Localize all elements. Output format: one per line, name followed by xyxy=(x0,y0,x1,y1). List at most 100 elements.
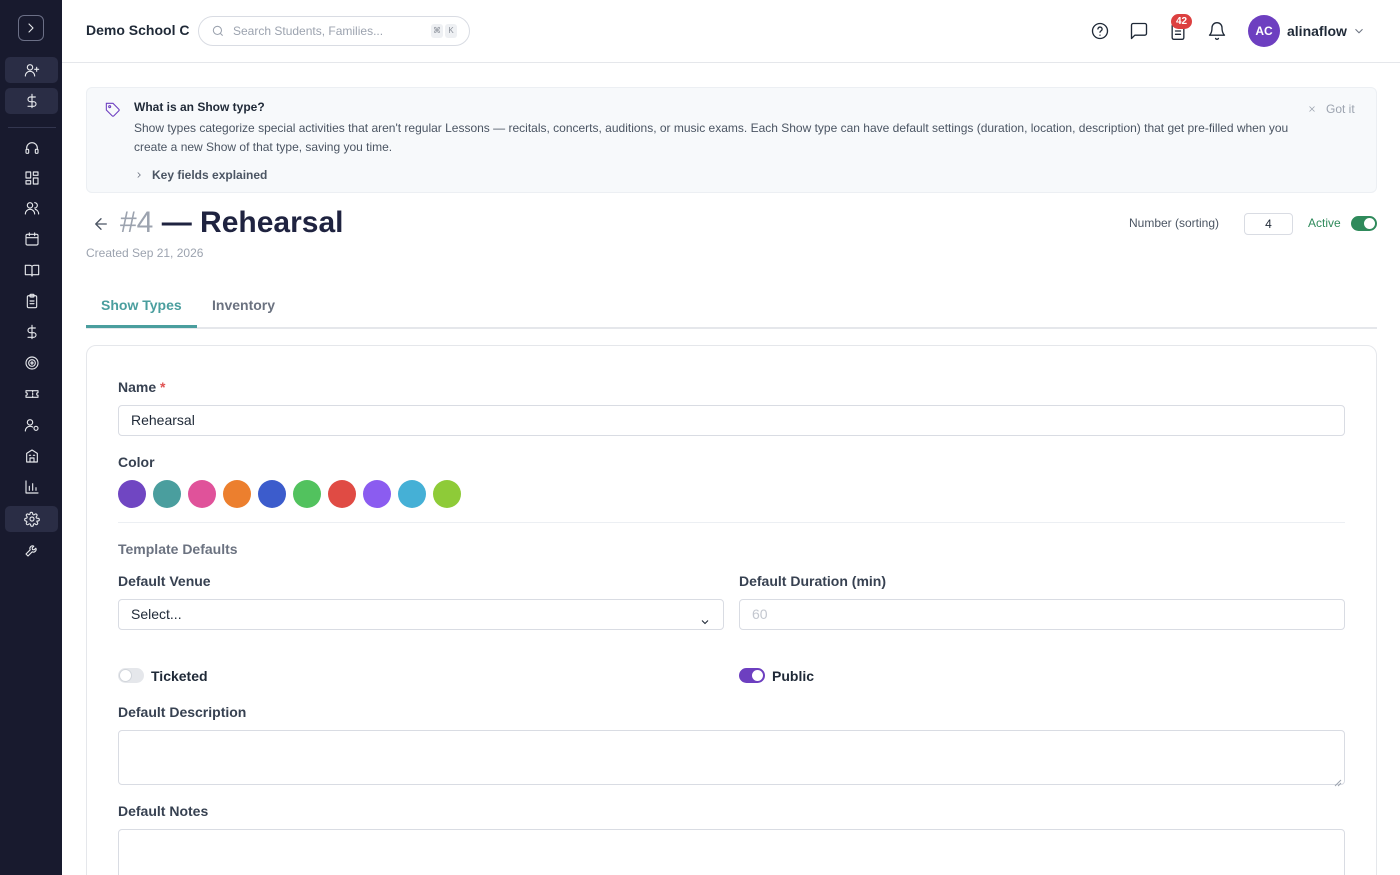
user-plus-icon xyxy=(24,64,39,77)
venue-select-value: Select... xyxy=(131,606,182,622)
color-swatch[interactable] xyxy=(433,480,461,508)
resize-handle-icon xyxy=(1334,774,1342,787)
search-placeholder: Search Students, Families... xyxy=(233,24,384,38)
dollar-icon xyxy=(26,93,37,109)
gear-icon xyxy=(23,511,40,527)
notifications-button[interactable] xyxy=(1207,21,1227,41)
sidebar-item-lessons[interactable] xyxy=(5,257,58,283)
tab-bar: Show Types Inventory xyxy=(86,285,1377,329)
sidebar-item-dashboard[interactable] xyxy=(5,165,58,191)
sidebar-item-reports[interactable] xyxy=(5,474,58,500)
color-swatch[interactable] xyxy=(118,480,146,508)
sidebar-item-add-student[interactable] xyxy=(5,57,58,83)
sort-number-label: Number (sorting) xyxy=(1129,216,1220,230)
user-avatar[interactable]: AC xyxy=(1248,15,1280,47)
show-type-form: Name * Rehearsal Color Template Defaults… xyxy=(86,345,1377,875)
sidebar-item-payment[interactable] xyxy=(5,88,58,114)
name-input[interactable]: Rehearsal xyxy=(118,405,1345,436)
color-swatch[interactable] xyxy=(293,480,321,508)
record-title: — Rehearsal xyxy=(161,206,344,239)
tab-inventory[interactable]: Inventory xyxy=(212,297,275,313)
messages-button[interactable] xyxy=(1129,21,1149,41)
active-toggle[interactable] xyxy=(1351,216,1377,231)
top-header: Demo School C Search Students, Families.… xyxy=(62,0,1400,63)
ticketed-toggle[interactable] xyxy=(118,668,144,683)
sidebar-item-settings[interactable] xyxy=(5,506,58,532)
sidebar-item-calendar[interactable] xyxy=(5,226,58,252)
shortcut-key-cmd: ⌘ xyxy=(431,24,443,38)
user-name[interactable]: alinaflow xyxy=(1287,23,1347,39)
wrench-icon xyxy=(24,545,37,557)
dashboard-icon xyxy=(24,171,39,185)
headset-icon xyxy=(24,142,39,154)
name-label-text: Name xyxy=(118,379,157,395)
calendar-icon xyxy=(24,232,39,246)
color-swatch[interactable] xyxy=(398,480,426,508)
public-label: Public xyxy=(772,668,815,684)
dismiss-info-button[interactable]: Got it xyxy=(1307,102,1355,116)
public-toggle[interactable] xyxy=(739,668,765,683)
sidebar-item-goals[interactable] xyxy=(5,350,58,376)
name-label: Name * xyxy=(118,379,165,395)
active-label: Active xyxy=(1308,216,1341,230)
sidebar-item-billing[interactable] xyxy=(5,319,58,345)
back-button[interactable] xyxy=(92,215,110,233)
venue-select[interactable]: Select... xyxy=(118,599,724,630)
template-defaults-heading: Template Defaults xyxy=(118,541,238,557)
book-icon xyxy=(24,264,39,277)
info-body: Show types categorize special activities… xyxy=(134,121,1289,154)
shortcut-key-k: K xyxy=(445,24,457,38)
sidebar-expand-button[interactable] xyxy=(18,15,44,41)
section-divider xyxy=(118,522,1345,523)
sidebar-item-shows[interactable] xyxy=(5,381,58,407)
sidebar-item-tasks[interactable] xyxy=(5,288,58,314)
description-textarea[interactable] xyxy=(118,730,1345,787)
help-circle-icon xyxy=(1091,22,1109,40)
target-icon xyxy=(24,356,39,370)
color-swatch[interactable] xyxy=(328,480,356,508)
duration-input[interactable]: 60 xyxy=(739,599,1345,630)
tab-show-types[interactable]: Show Types xyxy=(101,297,182,313)
sidebar-item-support[interactable] xyxy=(5,135,58,161)
user-settings-icon xyxy=(24,419,39,432)
sidebar-item-staff[interactable] xyxy=(5,412,58,438)
sort-number-input[interactable]: 4 xyxy=(1244,213,1293,235)
sidebar-item-locations[interactable] xyxy=(5,443,58,469)
info-banner: What is an Show type? Show types categor… xyxy=(86,87,1377,193)
toggle-knob xyxy=(752,670,763,681)
chevron-right-icon xyxy=(137,172,141,178)
arrow-left-icon xyxy=(95,218,107,230)
chevron-right-icon xyxy=(28,23,34,33)
ticket-icon xyxy=(24,390,39,398)
sidebar xyxy=(0,0,62,875)
sidebar-item-tools[interactable] xyxy=(5,537,58,563)
sidebar-item-students[interactable] xyxy=(5,195,58,221)
close-icon xyxy=(1309,106,1315,112)
global-search-input[interactable]: Search Students, Families... ⌘ K xyxy=(198,16,470,46)
color-swatch[interactable] xyxy=(258,480,286,508)
color-label: Color xyxy=(118,454,155,470)
duration-label: Default Duration (min) xyxy=(739,573,886,589)
key-fields-toggle[interactable]: Key fields explained xyxy=(134,168,267,182)
venue-label: Default Venue xyxy=(118,573,211,589)
chevron-down-icon xyxy=(699,609,711,625)
color-swatch[interactable] xyxy=(188,480,216,508)
created-date: Created Sep 21, 2026 xyxy=(86,246,204,260)
color-swatch[interactable] xyxy=(223,480,251,508)
color-swatch[interactable] xyxy=(153,480,181,508)
clipboard-icon xyxy=(26,293,37,309)
sidebar-divider xyxy=(8,127,56,128)
notes-textarea[interactable] xyxy=(118,829,1345,875)
dismiss-label: Got it xyxy=(1326,102,1355,116)
user-menu-toggle[interactable] xyxy=(1352,24,1366,43)
tasks-count-badge: 42 xyxy=(1171,14,1193,29)
record-number: #4 xyxy=(120,206,154,239)
building-icon xyxy=(25,449,38,463)
ticketed-label: Ticketed xyxy=(151,668,208,684)
key-fields-label: Key fields explained xyxy=(152,168,268,182)
help-button[interactable] xyxy=(1090,21,1110,41)
color-swatch[interactable] xyxy=(363,480,391,508)
required-mark: * xyxy=(160,379,166,395)
info-title: What is an Show type? xyxy=(134,100,265,114)
tag-icon xyxy=(105,102,121,118)
